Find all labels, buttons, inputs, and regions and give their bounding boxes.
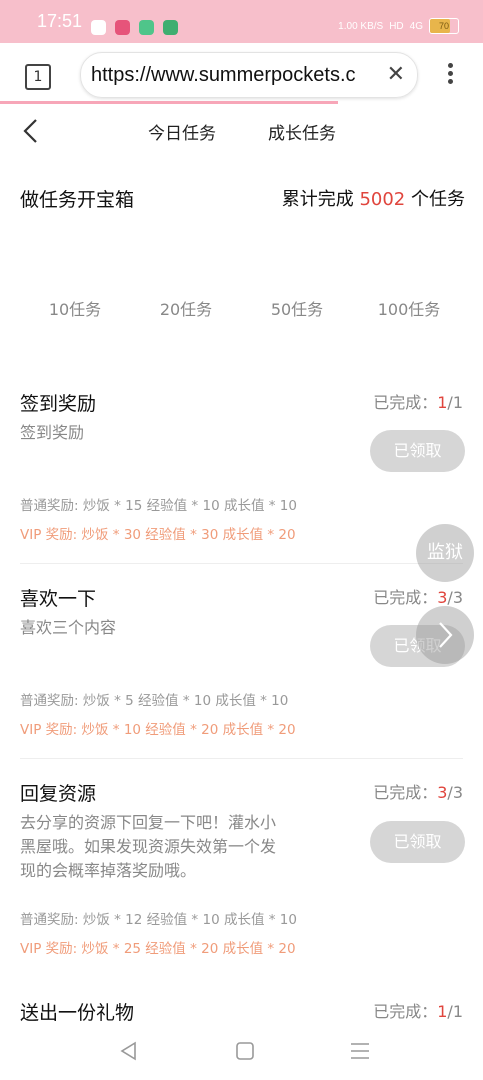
page-load-progress (0, 101, 339, 104)
status-label: 已完成： (373, 783, 438, 802)
total-count: 5002 (359, 189, 406, 210)
status-time: 17:51 (37, 11, 83, 31)
battery-text: 70 (438, 21, 449, 31)
hd-badge: HD (389, 20, 404, 32)
task-status: 已完成：3/3 (373, 584, 463, 608)
app-notification-icon (115, 20, 130, 35)
task-status: 已完成：1/1 (373, 998, 463, 1022)
close-icon[interactable]: ✕ (382, 62, 405, 87)
vip-reward: VIP 奖励: 炒饭 * 25 经验值 * 20 成长值 * 20 (20, 941, 296, 957)
address-bar[interactable]: https://www.summerpockets.c ✕ (80, 52, 418, 98)
tab-switcher-button[interactable]: 1 (25, 64, 51, 90)
status-total: /3 (447, 588, 463, 607)
normal-reward: 普通奖励: 炒饭 * 5 经验值 * 10 成长值 * 10 (20, 693, 289, 709)
status-bar: 17:51 1.00 KB/S HD 4G 70 (0, 0, 483, 43)
task-status: 已完成：3/3 (373, 779, 463, 803)
status-label: 已完成： (373, 1002, 438, 1021)
divider (20, 758, 463, 759)
net-speed: 1.00 KB/S (338, 20, 384, 32)
tab-today-tasks[interactable]: 今日任务 (148, 119, 216, 144)
vip-reward: VIP 奖励: 炒饭 * 30 经验值 * 30 成长值 * 20 (20, 527, 296, 543)
square-home-icon[interactable] (234, 1040, 256, 1062)
milestone-100[interactable]: 100任务 (364, 296, 454, 320)
chest-title: 做任务开宝箱 (20, 189, 135, 211)
milestone-10[interactable]: 10任务 (30, 296, 120, 320)
url-text[interactable]: https://www.summerpockets.c (91, 64, 356, 87)
normal-reward: 普通奖励: 炒饭 * 15 经验值 * 10 成长值 * 10 (20, 498, 297, 514)
battery-icon: 70 (429, 18, 459, 34)
chevron-left-icon[interactable] (20, 118, 44, 144)
status-total: /3 (447, 783, 463, 802)
task-status: 已完成：1/1 (373, 389, 463, 413)
system-navigation-bar (0, 1022, 483, 1080)
triangle-back-icon[interactable] (118, 1040, 140, 1062)
status-total: /1 (447, 393, 463, 412)
milestone-20[interactable]: 20任务 (141, 296, 231, 320)
status-done: 1 (437, 393, 448, 412)
normal-reward: 普通奖励: 炒饭 * 12 经验值 * 10 成长值 * 10 (20, 912, 297, 928)
divider (20, 563, 463, 564)
claimed-button[interactable]: 已领取 (370, 430, 465, 472)
app-notification-icon (163, 20, 178, 35)
vip-reward: VIP 奖励: 炒饭 * 10 经验值 * 20 成长值 * 20 (20, 722, 296, 738)
status-label: 已完成： (373, 393, 438, 412)
milestone-50[interactable]: 50任务 (252, 296, 342, 320)
total-prefix: 累计完成 (281, 189, 354, 210)
chevron-right-icon (439, 622, 453, 648)
task-title: 签到奖励 (20, 393, 97, 415)
task-description: 喜欢三个内容 (20, 618, 117, 637)
task-title: 喜欢一下 (20, 588, 97, 610)
total-suffix: 个任务 (411, 189, 465, 210)
status-done: 3 (437, 588, 448, 607)
more-vert-icon[interactable] (442, 63, 458, 87)
status-indicators: 1.00 KB/S HD 4G 70 (338, 18, 459, 34)
jail-floating-button[interactable]: 监狱 (416, 524, 474, 582)
tab-growth-tasks[interactable]: 成长任务 (268, 119, 336, 144)
total-completed: 累计完成 5002 个任务 (282, 185, 465, 211)
status-done: 3 (437, 783, 448, 802)
status-total: /1 (447, 1002, 463, 1021)
browser-toolbar: 1 https://www.summerpockets.c ✕ (0, 43, 483, 103)
menu-lines-icon[interactable] (349, 1040, 371, 1062)
signal-icon: 4G (409, 20, 423, 32)
app-notification-icon (91, 20, 106, 35)
status-done: 1 (437, 1002, 448, 1021)
task-description: 去分享的资源下回复一下吧！灌水小黑屋哦。如果发现资源失效第一个发现的会概率掉落奖… (20, 813, 277, 880)
task-description: 签到奖励 (20, 423, 85, 442)
task-title: 回复资源 (20, 783, 97, 805)
status-label: 已完成： (373, 588, 438, 607)
task-title: 送出一份礼物 (20, 1002, 135, 1024)
claimed-button[interactable]: 已领取 (370, 821, 465, 863)
next-floating-button[interactable] (416, 606, 474, 664)
app-notification-icon (139, 20, 154, 35)
